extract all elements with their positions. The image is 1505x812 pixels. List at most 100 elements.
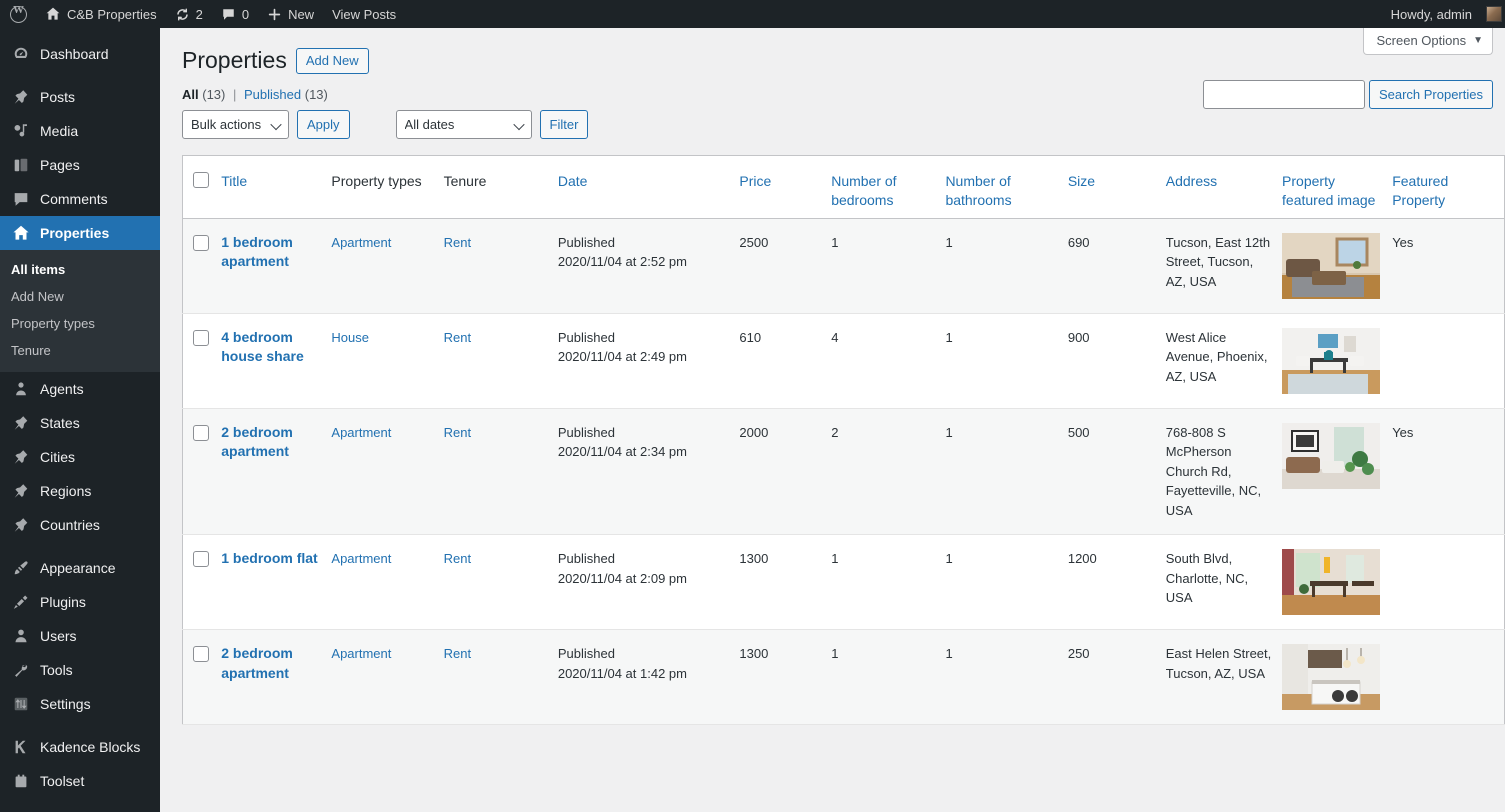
- column-header-featured-image-link[interactable]: Property featured image: [1282, 173, 1375, 208]
- column-header-bathrooms-link[interactable]: Number of bathrooms: [945, 173, 1011, 208]
- sidebar-item-plugins[interactable]: Plugins: [0, 585, 160, 619]
- search-input[interactable]: [1202, 80, 1365, 109]
- home-icon: [11, 223, 31, 243]
- sidebar-item-label: Cities: [40, 449, 76, 465]
- column-header-featured-property[interactable]: Featured Property: [1392, 155, 1505, 219]
- column-header-featured-property-link[interactable]: Featured Property: [1392, 173, 1448, 208]
- property-type-link[interactable]: Apartment: [331, 425, 391, 440]
- row-checkbox[interactable]: [193, 424, 209, 441]
- tenure-link[interactable]: Rent: [444, 330, 471, 345]
- sidebar-item-label: Pages: [40, 157, 80, 173]
- filter-button[interactable]: Filter: [539, 109, 589, 139]
- admin-bar-right: Howdy, admin: [1382, 0, 1505, 28]
- search-properties-button[interactable]: Search Properties: [1368, 80, 1493, 109]
- row-title-link[interactable]: 2 bedroom apartment: [221, 644, 323, 683]
- column-header-price-link[interactable]: Price: [739, 173, 771, 189]
- column-header-title[interactable]: Title: [221, 155, 332, 219]
- column-header-price[interactable]: Price: [739, 155, 832, 219]
- tenure-link[interactable]: Rent: [444, 425, 471, 440]
- screen-options-toggle[interactable]: Screen Options ▼: [1363, 28, 1493, 55]
- user-icon: [11, 626, 31, 646]
- views-separator: |: [233, 86, 237, 102]
- bulk-actions-select[interactable]: Bulk actions: [182, 109, 289, 139]
- cell-title: 2 bedroom apartment: [221, 629, 332, 726]
- row-title-link[interactable]: 1 bedroom apartment: [221, 233, 323, 272]
- sidebar-item-regions[interactable]: Regions: [0, 474, 160, 508]
- cell-date: Published 2020/11/04 at 2:49 pm: [557, 313, 740, 409]
- property-type-link[interactable]: Apartment: [331, 235, 391, 250]
- tenure-link[interactable]: Rent: [444, 646, 471, 661]
- sidebar-item-countries[interactable]: Countries: [0, 508, 160, 542]
- updates-menu[interactable]: 2: [166, 0, 212, 28]
- property-type-link[interactable]: Apartment: [331, 646, 391, 661]
- date-filter-select[interactable]: All dates: [395, 109, 532, 139]
- submenu-item-all-items[interactable]: All items: [0, 256, 160, 283]
- cell-size: 690: [1067, 218, 1166, 314]
- sidebar-item-label: Dashboard: [40, 46, 109, 62]
- sidebar-item-cities[interactable]: Cities: [0, 440, 160, 474]
- column-header-bedrooms[interactable]: Number of bedrooms: [831, 155, 946, 219]
- cell-bathrooms: 1: [945, 629, 1068, 726]
- submenu-item-property-types[interactable]: Property types: [0, 310, 160, 337]
- table-row: 4 bedroom house share House Rent Publish…: [182, 313, 1505, 409]
- sidebar-item-appearance[interactable]: Appearance: [0, 551, 160, 585]
- cell-featured-image: [1282, 534, 1393, 631]
- view-published-link[interactable]: Published: [244, 87, 301, 102]
- cell-title: 2 bedroom apartment: [221, 408, 332, 536]
- cell-featured-property: Yes: [1392, 408, 1505, 536]
- row-checkbox[interactable]: [193, 646, 209, 663]
- sidebar-item-agents[interactable]: Agents: [0, 372, 160, 406]
- cell-bedrooms: 2: [831, 408, 946, 536]
- apply-button[interactable]: Apply: [297, 109, 350, 139]
- sidebar-item-tools[interactable]: Tools: [0, 653, 160, 687]
- column-header-title-link[interactable]: Title: [221, 173, 247, 189]
- column-header-date[interactable]: Date: [557, 155, 740, 219]
- sidebar-item-label: Kadence Blocks: [40, 739, 141, 755]
- sidebar-item-posts[interactable]: Posts: [0, 80, 160, 114]
- sidebar-item-toolset[interactable]: Toolset: [0, 764, 160, 798]
- sidebar-item-settings[interactable]: Settings: [0, 687, 160, 721]
- column-header-address-link[interactable]: Address: [1166, 173, 1217, 189]
- column-header-bedrooms-link[interactable]: Number of bedrooms: [831, 173, 896, 208]
- new-content-menu[interactable]: New: [258, 0, 323, 28]
- row-checkbox[interactable]: [193, 551, 209, 568]
- column-header-bathrooms[interactable]: Number of bathrooms: [945, 155, 1068, 219]
- my-account-menu[interactable]: Howdy, admin: [1382, 0, 1505, 28]
- view-all-link[interactable]: All: [182, 87, 199, 102]
- site-name-menu[interactable]: C&B Properties: [36, 0, 166, 28]
- submenu-item-add-new[interactable]: Add New: [0, 283, 160, 310]
- row-title-link[interactable]: 2 bedroom apartment: [221, 423, 323, 462]
- tenure-link[interactable]: Rent: [444, 235, 471, 250]
- row-checkbox[interactable]: [193, 329, 209, 346]
- row-title-link[interactable]: 4 bedroom house share: [221, 328, 323, 367]
- sidebar-item-states[interactable]: States: [0, 406, 160, 440]
- property-type-link[interactable]: Apartment: [331, 551, 391, 566]
- column-header-date-link[interactable]: Date: [558, 173, 588, 189]
- sidebar-item-media[interactable]: Media: [0, 114, 160, 148]
- cell-price: 2500: [739, 218, 832, 314]
- comments-menu[interactable]: 0: [212, 0, 258, 28]
- row-title-link[interactable]: 1 bedroom flat: [221, 549, 317, 569]
- cell-bedrooms: 4: [831, 313, 946, 409]
- row-checkbox[interactable]: [193, 234, 209, 251]
- column-header-address[interactable]: Address: [1165, 155, 1283, 219]
- select-all-checkbox[interactable]: [193, 172, 209, 188]
- sidebar-item-users[interactable]: Users: [0, 619, 160, 653]
- sidebar-item-pages[interactable]: Pages: [0, 148, 160, 182]
- view-posts-link[interactable]: View Posts: [323, 0, 405, 28]
- tenure-link[interactable]: Rent: [444, 551, 471, 566]
- add-new-button[interactable]: Add New: [295, 47, 369, 74]
- wrench-icon: [11, 660, 31, 680]
- sidebar-item-comments[interactable]: Comments: [0, 182, 160, 216]
- wordpress-logo-button[interactable]: [0, 0, 36, 28]
- sidebar-item-dashboard[interactable]: Dashboard: [0, 37, 160, 71]
- column-header-featured-image[interactable]: Property featured image: [1282, 155, 1393, 219]
- column-header-size-link[interactable]: Size: [1068, 173, 1095, 189]
- sidebar-item-kadence-blocks[interactable]: Kadence Blocks: [0, 730, 160, 764]
- submenu-item-tenure[interactable]: Tenure: [0, 337, 160, 364]
- column-header-size[interactable]: Size: [1067, 155, 1166, 219]
- date-status: Published: [557, 646, 615, 662]
- sidebar-item-properties[interactable]: Properties: [0, 216, 168, 250]
- updates-count: 2: [195, 6, 203, 22]
- property-type-link[interactable]: House: [331, 330, 369, 345]
